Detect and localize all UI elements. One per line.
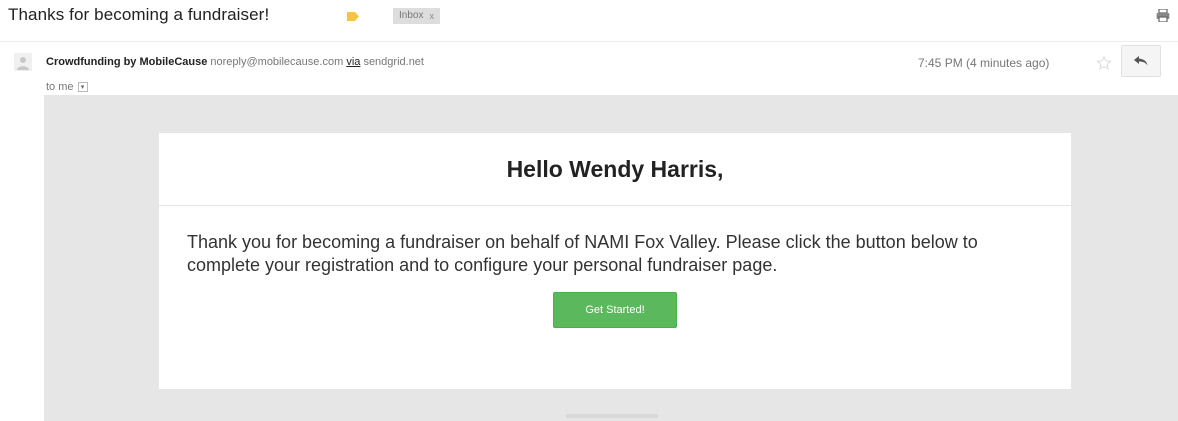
recipient-line[interactable]: to me ▾	[46, 81, 88, 93]
card-header: Hello Wendy Harris,	[159, 133, 1071, 206]
email-message: Thank you for becoming a fundraiser on b…	[187, 232, 978, 275]
recipient-text: to me	[46, 81, 74, 93]
via-link[interactable]: via	[346, 56, 360, 68]
via-domain: sendgrid.net	[363, 56, 424, 68]
reply-button[interactable]	[1121, 45, 1161, 77]
get-started-button[interactable]: Get Started!	[553, 292, 677, 328]
card-body: Thank you for becoming a fundraiser on b…	[159, 206, 1071, 328]
reply-icon	[1134, 56, 1148, 66]
header-divider	[0, 41, 1178, 42]
greeting-heading: Hello Wendy Harris,	[506, 155, 724, 182]
importance-marker-icon[interactable]	[347, 12, 359, 21]
sender-email: noreply@mobilecause.com	[210, 56, 344, 68]
email-view: Thanks for becoming a fundraiser! Inbox …	[0, 0, 1178, 421]
footer-faint-text-decoration	[566, 414, 658, 418]
sender-line: Crowdfunding by MobileCause noreply@mobi…	[46, 56, 424, 68]
email-timestamp: 7:45 PM (4 minutes ago)	[918, 56, 1050, 70]
inbox-label[interactable]: Inbox x	[393, 8, 440, 24]
avatar-icon[interactable]	[14, 53, 32, 71]
star-icon[interactable]	[1096, 55, 1112, 71]
remove-label-button[interactable]: x	[429, 8, 434, 24]
print-icon[interactable]	[1156, 9, 1170, 22]
email-subject: Thanks for becoming a fundraiser!	[8, 5, 270, 24]
sender-name[interactable]: Crowdfunding by MobileCause	[46, 56, 207, 68]
cta-wrapper: Get Started!	[187, 292, 1043, 328]
email-card: Hello Wendy Harris, Thank you for becomi…	[159, 133, 1071, 389]
inbox-label-text: Inbox	[399, 10, 424, 21]
subject-row: Thanks for becoming a fundraiser! Inbox …	[0, 0, 1178, 38]
dropdown-caret-icon[interactable]: ▾	[77, 82, 88, 92]
